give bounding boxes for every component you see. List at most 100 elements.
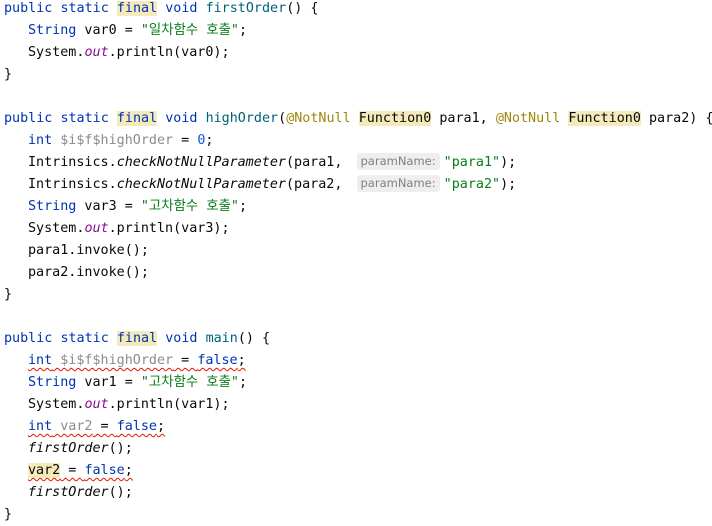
closing-brace: } — [4, 67, 13, 82]
code-text: = — [173, 133, 198, 148]
code-text: System. — [28, 45, 85, 60]
code-line[interactable]: int var2 = false; — [4, 416, 165, 438]
code-line[interactable]: System.out.println(var0); — [4, 42, 230, 64]
code-text: var3 = — [76, 199, 141, 214]
code-line[interactable]: String var3 = "고차함수 호출"; — [4, 196, 247, 218]
code-line[interactable]: firstOrder(); — [4, 438, 133, 460]
type-name: String — [28, 23, 77, 38]
parameter-hint: paramName: — [356, 153, 440, 170]
code-text: System. — [28, 221, 85, 236]
code-text: = — [60, 463, 85, 478]
code-text: = — [173, 353, 198, 368]
code-line[interactable]: } — [4, 284, 12, 306]
error-span: int var2 = false; — [28, 419, 165, 434]
type-name: String — [28, 375, 77, 390]
string-literal: "para1" — [443, 155, 501, 170]
code-text: .println(var1); — [108, 397, 230, 412]
keyword-false: false — [84, 463, 125, 478]
code-text: para1.invoke(); — [28, 243, 149, 258]
code-punct: ; — [238, 23, 248, 38]
keyword-void: void — [165, 1, 198, 16]
code-line[interactable]: Intrinsics.checkNotNullParameter(para2, … — [4, 174, 516, 196]
keyword-final: final — [116, 111, 158, 126]
code-text: .println(var3); — [108, 221, 230, 236]
error-span: int $i$f$highOrder = false; — [28, 353, 246, 368]
code-punct: ); — [500, 155, 517, 170]
method-name: highOrder — [205, 111, 279, 126]
keyword-static: static — [60, 111, 109, 126]
keyword-public: public — [4, 1, 53, 16]
code-text: para2) { — [640, 111, 712, 126]
code-editor[interactable]: public static final void firstOrder() { … — [0, 0, 712, 523]
code-line[interactable]: public static final void firstOrder() { — [4, 0, 318, 20]
type-name: String — [28, 199, 77, 214]
unused-variable: $i$f$highOrder — [52, 353, 174, 368]
code-line[interactable]: String var0 = "일차함수 호출"; — [4, 20, 247, 42]
type-name: int — [28, 419, 53, 434]
unused-variable: $i$f$highOrder — [52, 133, 174, 148]
string-literal: "일차함수 호출" — [140, 23, 239, 38]
method-call: firstOrder — [28, 441, 109, 456]
code-text: .println(var0); — [108, 45, 230, 60]
static-method: checkNotNullParameter — [116, 155, 286, 170]
code-text: = — [92, 419, 117, 434]
variable-name: var2 — [28, 463, 61, 478]
code-line[interactable]: para2.invoke(); — [4, 262, 149, 284]
code-punct: ; — [124, 463, 133, 478]
keyword-public: public — [4, 111, 53, 126]
keyword-false: false — [116, 419, 157, 434]
code-text: para1, — [431, 111, 496, 126]
code-line[interactable]: var2 = false; — [4, 460, 133, 482]
code-text: para2.invoke(); — [28, 265, 149, 280]
keyword-false: false — [197, 353, 238, 368]
code-punct: (); — [108, 485, 133, 500]
code-line[interactable]: int $i$f$highOrder = false; — [4, 350, 246, 372]
code-text: (para2, — [286, 177, 351, 192]
code-punct: () { — [286, 1, 319, 16]
code-text: var0 = — [76, 23, 141, 38]
code-punct: ; — [237, 353, 246, 368]
type-name: int — [28, 353, 53, 368]
code-line[interactable]: public static final void main() { — [4, 328, 270, 350]
code-text: (para1, — [286, 155, 351, 170]
code-line[interactable]: } — [4, 64, 12, 86]
closing-brace: } — [4, 507, 13, 522]
code-line[interactable]: public static final void highOrder(@NotN… — [4, 108, 712, 130]
keyword-static: static — [60, 1, 109, 16]
code-punct: ; — [205, 133, 214, 148]
annotation: @NotNull — [495, 111, 561, 126]
code-text: var1 = — [76, 375, 141, 390]
type-name: Function0 — [358, 111, 432, 126]
keyword-final: final — [116, 331, 158, 346]
static-field: out — [84, 397, 109, 412]
code-line[interactable]: System.out.println(var1); — [4, 394, 230, 416]
type-name: Function0 — [568, 111, 641, 126]
method-name: firstOrder — [205, 1, 287, 16]
unused-variable: var2 — [52, 419, 93, 434]
code-punct: ); — [500, 177, 517, 192]
code-punct: ( — [278, 111, 287, 126]
code-text: Intrinsics. — [28, 155, 117, 170]
code-line[interactable]: int $i$f$highOrder = 0; — [4, 130, 213, 152]
error-span: var2 = false; — [28, 463, 133, 478]
closing-brace: } — [4, 287, 13, 302]
code-line[interactable]: Intrinsics.checkNotNullParameter(para1, … — [4, 152, 516, 174]
code-line[interactable]: para1.invoke(); — [4, 240, 149, 262]
code-punct: () { — [237, 331, 271, 346]
string-literal: "고차함수 호출" — [140, 199, 239, 214]
string-literal: "고차함수 호출" — [140, 375, 239, 390]
code-line[interactable]: System.out.println(var3); — [4, 218, 230, 240]
keyword-public: public — [4, 331, 53, 346]
code-line[interactable]: String var1 = "고차함수 호출"; — [4, 372, 247, 394]
annotation: @NotNull — [286, 111, 351, 126]
method-call: firstOrder — [28, 485, 109, 500]
code-line[interactable]: firstOrder(); — [4, 482, 133, 504]
static-field: out — [84, 221, 109, 236]
code-punct: (); — [108, 441, 133, 456]
code-punct: ; — [238, 199, 248, 214]
string-literal: "para2" — [443, 177, 501, 192]
code-text: Intrinsics. — [28, 177, 117, 192]
static-field: out — [84, 45, 109, 60]
keyword-void: void — [165, 331, 198, 346]
parameter-hint: paramName: — [356, 175, 440, 192]
